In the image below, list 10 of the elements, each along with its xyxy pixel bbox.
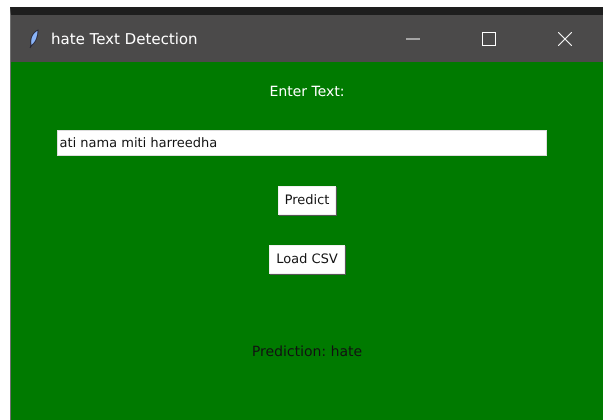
prediction-label: Prediction: hate xyxy=(252,344,362,360)
window-title: hate Text Detection xyxy=(51,30,199,48)
text-input[interactable]: ati nama miti harreedha xyxy=(56,130,546,156)
maximize-icon xyxy=(482,32,496,46)
close-icon xyxy=(558,32,572,46)
minimize-icon xyxy=(406,38,420,40)
feather-icon xyxy=(29,28,39,48)
enter-text-label: Enter Text: xyxy=(269,84,345,100)
predict-button[interactable]: Predict xyxy=(278,186,336,215)
load-csv-button[interactable]: Load CSV xyxy=(269,245,345,274)
